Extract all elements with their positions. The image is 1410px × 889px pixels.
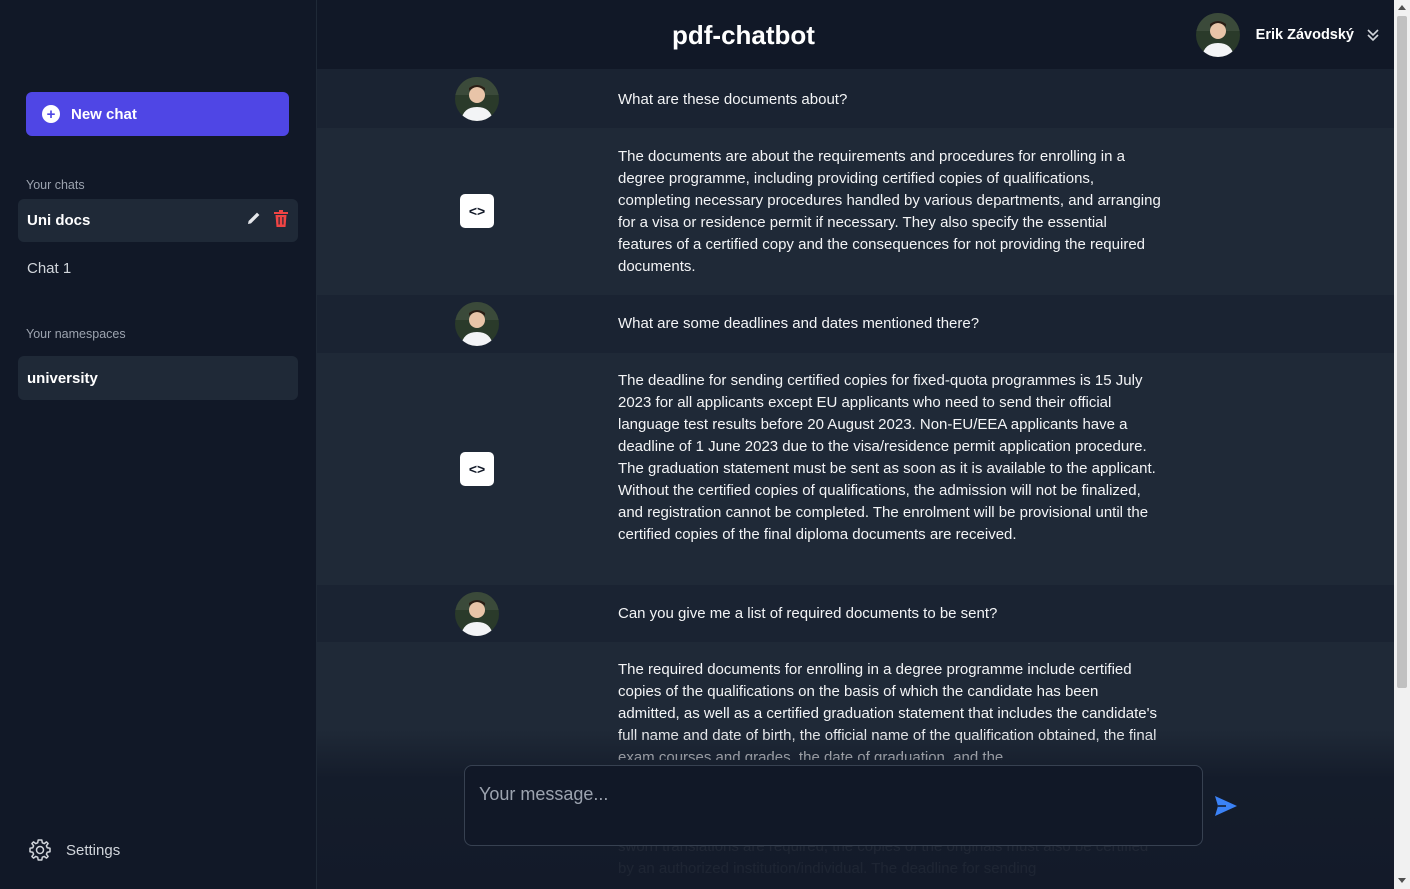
delete-trash-icon[interactable] (274, 210, 288, 227)
user-avatar (455, 592, 499, 636)
chat-item-uni-docs[interactable]: Uni docs (18, 199, 298, 242)
user-name: Erik Závodský (1255, 27, 1354, 43)
message-text: Can you give me a list of required docum… (618, 605, 998, 622)
edit-pencil-icon[interactable] (246, 210, 262, 226)
user-avatar (455, 77, 499, 121)
message-text: What are some deadlines and dates mentio… (618, 315, 980, 332)
message-input[interactable] (465, 766, 1202, 845)
namespace-item-university[interactable]: university (18, 356, 298, 400)
your-namespaces-label: Your namespaces (26, 327, 126, 341)
gear-icon (29, 839, 51, 861)
bot-message: <> The deadline for sending certified co… (317, 353, 1394, 585)
new-chat-label: New chat (71, 105, 137, 123)
code-brackets-icon: <> (460, 194, 494, 228)
user-message: What are these documents about? (317, 69, 1394, 128)
scrollbar-thumb[interactable] (1397, 16, 1407, 688)
user-avatar (1195, 13, 1240, 57)
chat-item-label: Chat 1 (27, 260, 72, 277)
settings-label: Settings (66, 841, 121, 859)
chevron-down-icon (1367, 29, 1379, 42)
namespace-item-label: university (27, 369, 98, 387)
user-message: What are some deadlines and dates mentio… (317, 295, 1394, 353)
message-text: What are these documents about? (618, 91, 848, 108)
user-menu[interactable]: Erik Závodský (1195, 13, 1380, 57)
new-chat-button[interactable]: + New chat (26, 92, 289, 136)
message-text: The documents are about the requirements… (618, 148, 1161, 275)
message-input-box (464, 765, 1203, 846)
scroll-down-arrow-icon[interactable] (1398, 878, 1406, 883)
scrollbar[interactable] (1394, 0, 1410, 889)
sidebar: + New chat Your chats Uni docs Chat 1 Yo… (0, 0, 317, 889)
scroll-up-arrow-icon[interactable] (1398, 5, 1406, 10)
top-header: pdf-chatbot Erik Závodský (317, 0, 1394, 69)
app-title: pdf-chatbot (672, 20, 815, 50)
user-message: Can you give me a list of required docum… (317, 585, 1394, 642)
send-icon[interactable] (1212, 792, 1240, 820)
your-chats-label: Your chats (26, 178, 85, 192)
message-text: The required documents for enrolling in … (618, 661, 1158, 760)
settings-button[interactable]: Settings (28, 838, 120, 862)
code-brackets-icon: <> (460, 452, 494, 486)
plus-circle-icon: + (42, 105, 60, 123)
bot-message: <> The documents are about the requireme… (317, 128, 1394, 295)
user-avatar (455, 302, 499, 346)
chat-item-label: Uni docs (27, 212, 91, 229)
message-text: The deadline for sending certified copie… (618, 372, 1156, 543)
chat-item-chat-1[interactable]: Chat 1 (18, 247, 298, 290)
